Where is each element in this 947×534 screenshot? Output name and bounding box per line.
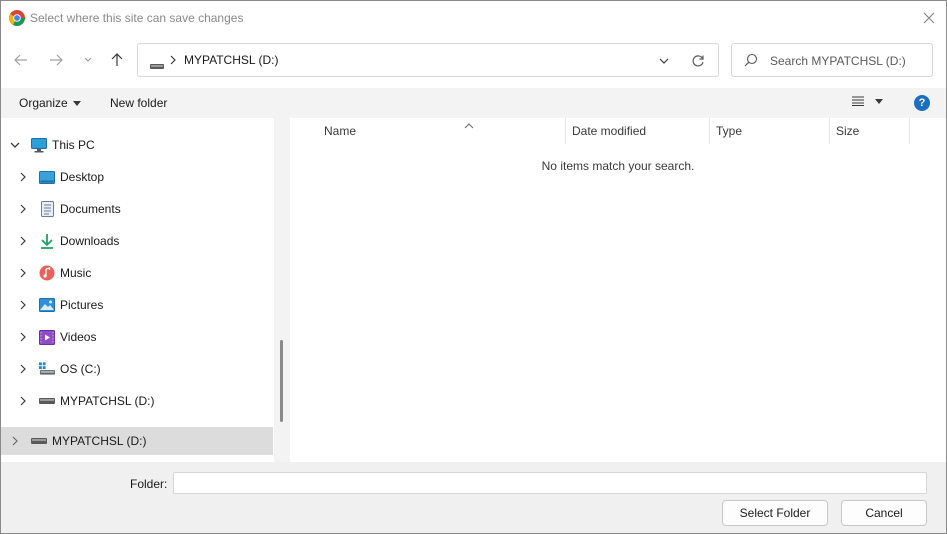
drive-icon: [150, 58, 164, 72]
caret-down-icon: [72, 100, 81, 106]
usb-drive-icon: [31, 433, 47, 449]
chevron-right-icon[interactable]: [18, 300, 28, 310]
tree-item-documents[interactable]: Documents: [1, 195, 273, 223]
organize-label: Organize: [19, 96, 68, 110]
chevron-right-icon[interactable]: [18, 204, 28, 214]
tree-item-os-c[interactable]: OS (C:): [1, 355, 273, 383]
folder-input[interactable]: [173, 472, 927, 494]
tree-label: OS (C:): [60, 362, 101, 376]
tree-label: Desktop: [60, 170, 105, 184]
list-view-icon: [852, 96, 864, 106]
cancel-button[interactable]: Cancel: [841, 500, 927, 526]
search-icon: [744, 53, 758, 70]
tree-label: MYPATCHSL (D:): [60, 394, 155, 408]
tree-item-videos[interactable]: Videos: [1, 323, 273, 351]
tree-item-pictures[interactable]: Pictures: [1, 291, 273, 319]
chevron-right-icon[interactable]: [18, 364, 28, 374]
window-title: Select where this site can save changes: [30, 11, 244, 25]
tree-item-desktop[interactable]: Desktop: [1, 163, 273, 191]
search-box[interactable]: [731, 43, 933, 77]
close-icon[interactable]: [919, 9, 939, 27]
column-header-date-modified[interactable]: Date modified: [566, 118, 710, 144]
column-header-name[interactable]: Name: [318, 118, 566, 144]
tree-label: Music: [60, 266, 92, 280]
column-header-label: Name: [324, 124, 357, 138]
new-folder-button[interactable]: New folder: [110, 96, 167, 110]
os-drive-icon: [39, 361, 55, 377]
refresh-icon[interactable]: [689, 52, 707, 70]
tree-label: Documents: [60, 202, 121, 216]
tree-label: Downloads: [60, 234, 120, 248]
chevron-right-icon[interactable]: [10, 436, 20, 446]
navigation-scrollbar[interactable]: [280, 340, 283, 422]
back-arrow-icon[interactable]: [11, 51, 31, 69]
navigation-pane: This PC Desktop Documents Downloads Musi…: [1, 118, 274, 462]
videos-icon: [39, 329, 55, 345]
tree-item-downloads[interactable]: Downloads: [1, 227, 273, 255]
help-icon[interactable]: ?: [914, 95, 930, 111]
tree-item-mypatchsl-d[interactable]: MYPATCHSL (D:): [1, 387, 273, 415]
select-folder-button[interactable]: Select Folder: [722, 500, 828, 526]
usb-drive-icon: [39, 393, 55, 409]
tree-item-music[interactable]: Music: [1, 259, 273, 287]
chevron-right-icon[interactable]: [18, 332, 28, 342]
content-pane: Name Date modified Type Size No items ma…: [290, 118, 946, 462]
desktop-icon: [39, 169, 55, 185]
file-dialog: Select where this site can save changes …: [0, 0, 947, 534]
chevron-right-icon[interactable]: [18, 268, 28, 278]
forward-arrow-icon[interactable]: [46, 51, 66, 69]
chevron-right-icon[interactable]: [18, 396, 28, 406]
dialog-footer: Folder: Select Folder Cancel: [1, 462, 946, 533]
tree-label: This PC: [52, 138, 95, 152]
tree-label: Pictures: [60, 298, 104, 312]
view-options-button[interactable]: [851, 96, 883, 106]
chrome-logo-icon: [9, 10, 25, 26]
downloads-icon: [39, 233, 55, 249]
this-pc-icon: [31, 137, 47, 153]
column-header-size[interactable]: Size: [830, 118, 910, 144]
title-bar: Select where this site can save changes: [1, 1, 946, 35]
column-header-type[interactable]: Type: [710, 118, 830, 144]
caret-down-icon: [875, 98, 883, 104]
breadcrumb-current[interactable]: MYPATCHSL (D:): [184, 53, 278, 67]
up-arrow-icon[interactable]: [107, 51, 127, 69]
tree-label: Videos: [60, 330, 97, 344]
search-input[interactable]: [770, 52, 925, 70]
tree-label: MYPATCHSL (D:): [52, 434, 147, 448]
sort-ascending-icon: [464, 118, 474, 132]
folder-label: Folder:: [130, 477, 168, 491]
address-dropdown-icon[interactable]: [656, 53, 672, 69]
address-bar[interactable]: MYPATCHSL (D:): [137, 43, 719, 77]
breadcrumb-chevron-icon[interactable]: [169, 54, 177, 69]
documents-icon: [39, 201, 55, 217]
chevron-right-icon[interactable]: [18, 172, 28, 182]
music-icon: [39, 265, 55, 281]
organize-button[interactable]: Organize: [19, 96, 81, 110]
chevron-down-icon[interactable]: [10, 140, 20, 150]
command-bar: Organize New folder ?: [1, 88, 946, 118]
empty-message: No items match your search.: [541, 159, 695, 173]
recent-locations-chevron-icon[interactable]: [78, 51, 98, 69]
tree-item-mypatchsl-d-root[interactable]: MYPATCHSL (D:): [1, 427, 273, 455]
tree-item-this-pc[interactable]: This PC: [1, 131, 273, 159]
pictures-icon: [39, 297, 55, 313]
chevron-right-icon[interactable]: [18, 236, 28, 246]
